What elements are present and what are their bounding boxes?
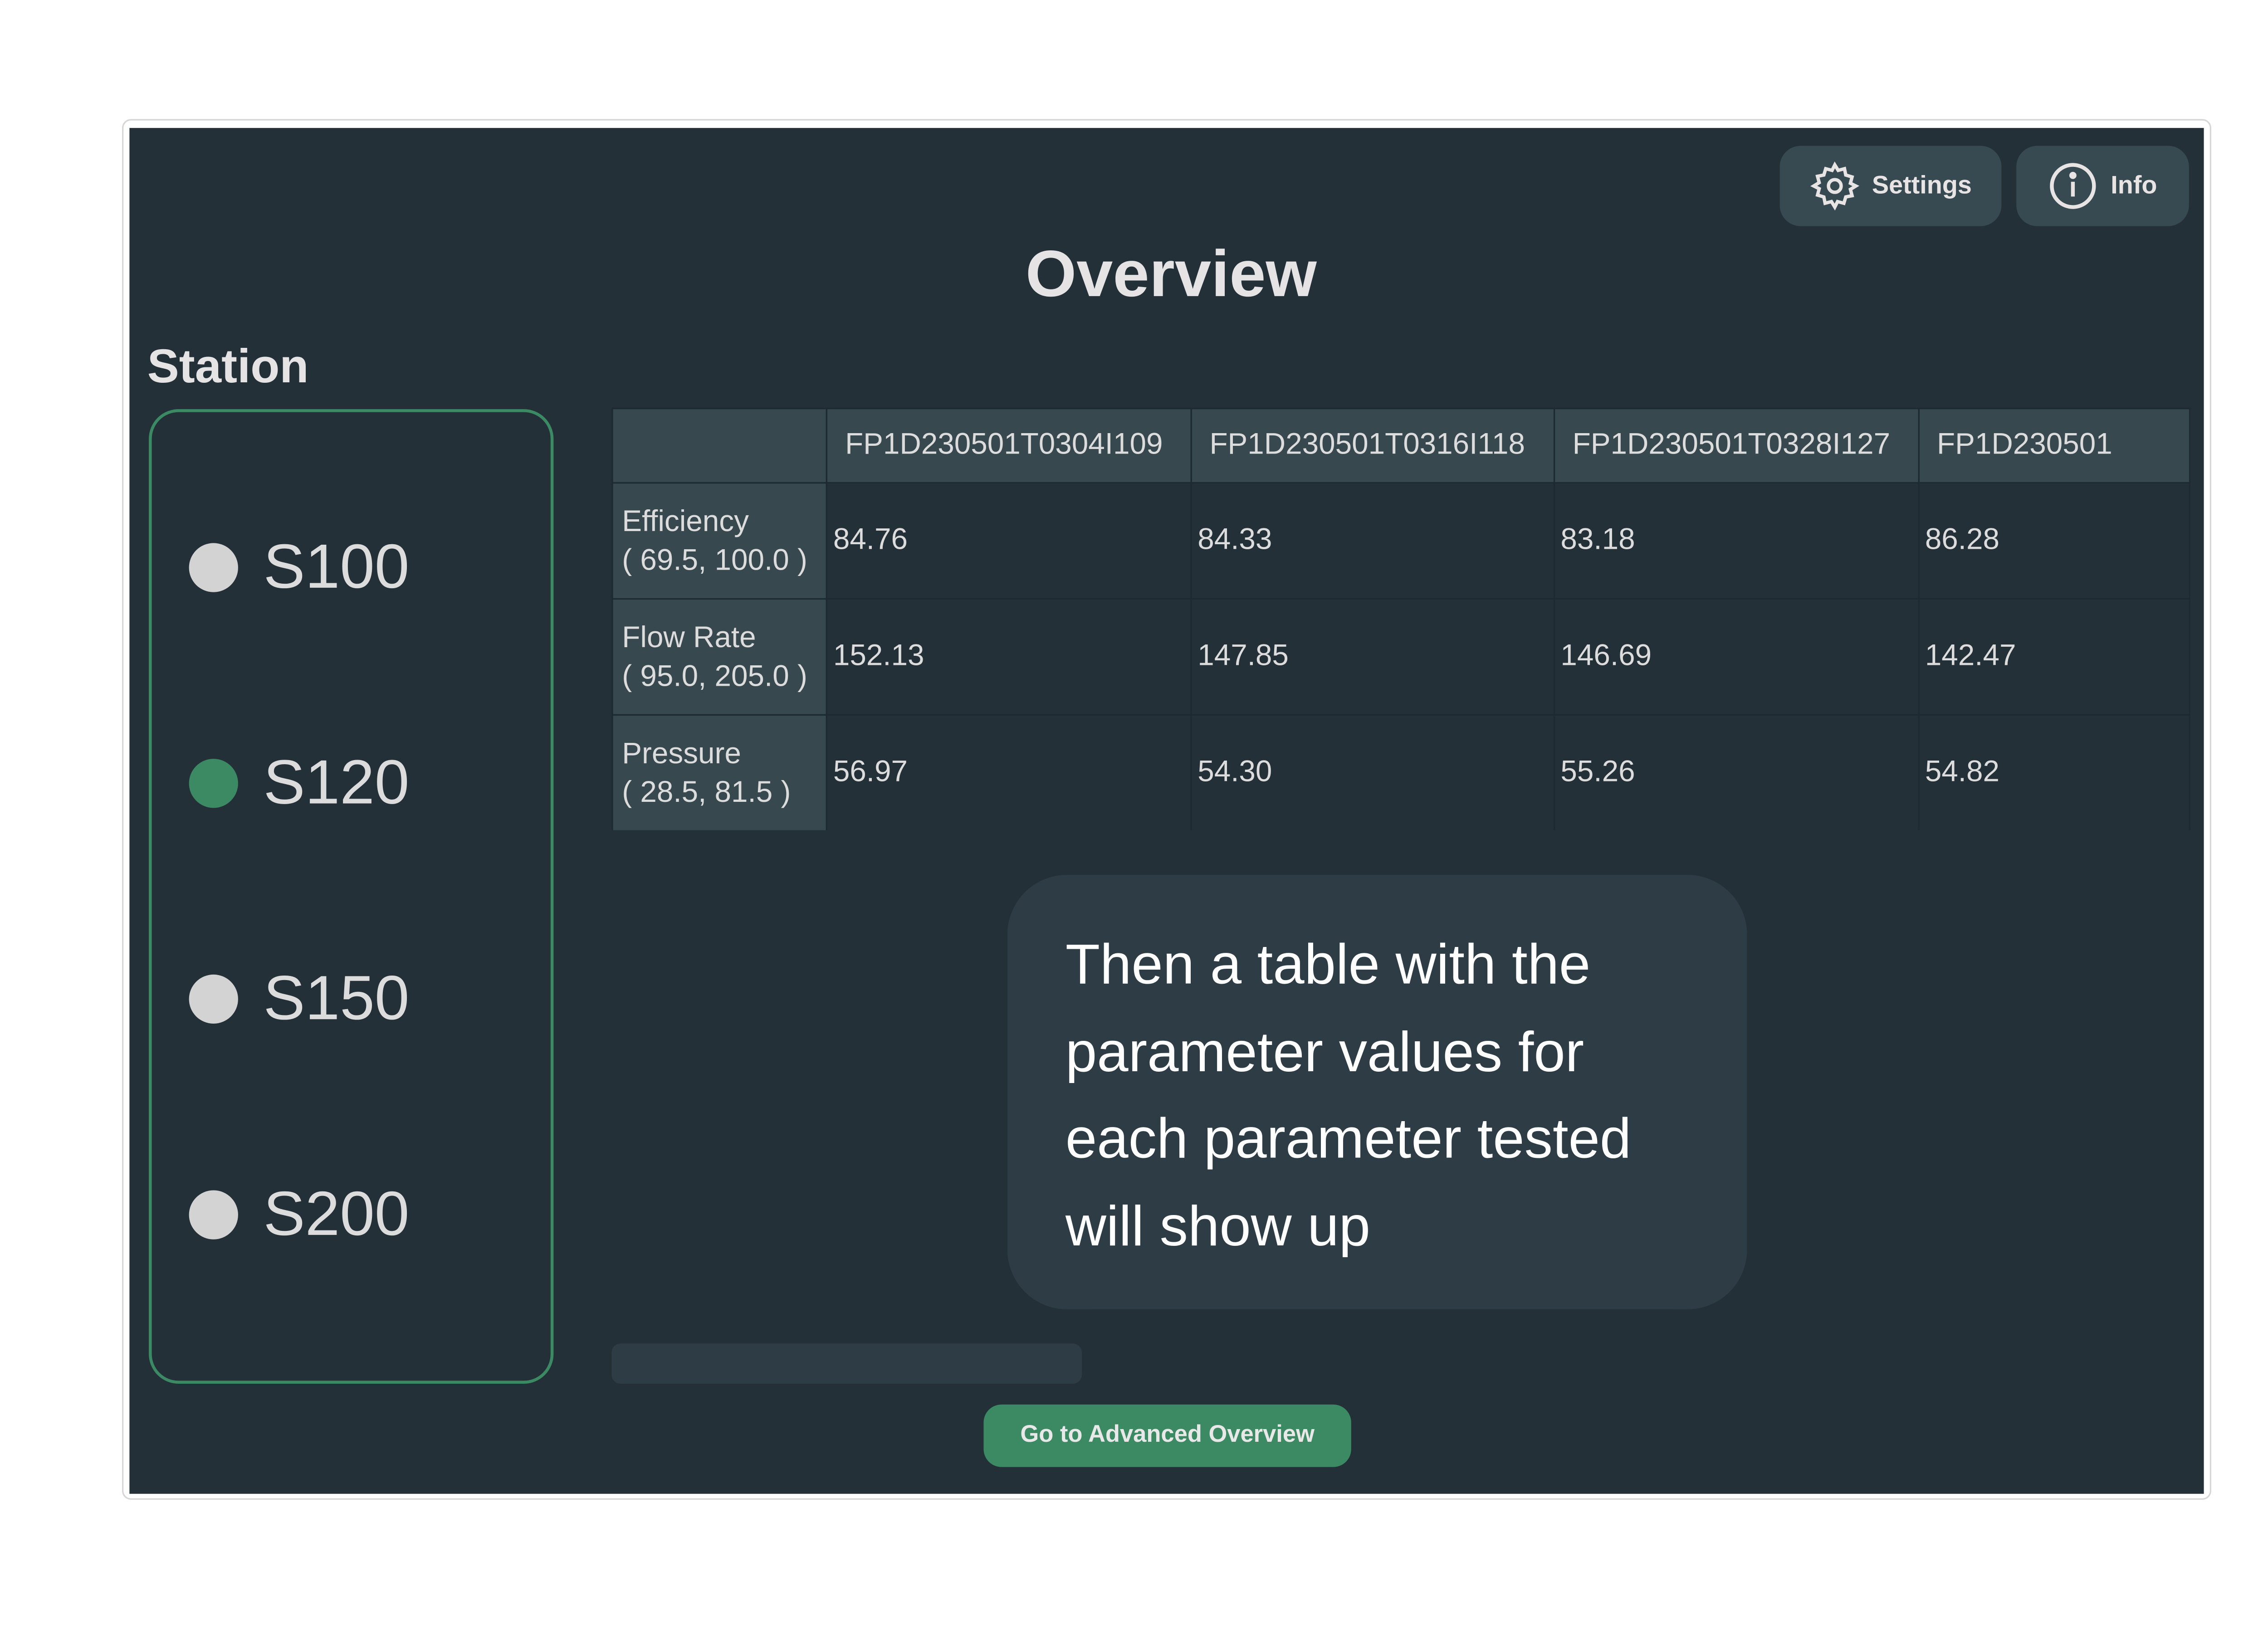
status-dot: [189, 974, 238, 1023]
advanced-overview-button[interactable]: Go to Advanced Overview: [983, 1404, 1351, 1467]
table-cell: 54.82: [1917, 714, 2191, 830]
horizontal-scrollbar[interactable]: [611, 1343, 1082, 1384]
table-row: Pressure ( 28.5, 81.5 ) 56.97 54.30 55.26…: [611, 714, 2191, 830]
table-cell: 142.47: [1917, 598, 2191, 716]
status-dot: [189, 758, 238, 807]
table-cell: 55.26: [1553, 714, 1919, 830]
tooltip-bubble: Then a table with the parameter values f…: [1007, 874, 1747, 1309]
station-label: S200: [263, 1178, 410, 1249]
column-header[interactable]: FP1D230501T0316I118: [1190, 407, 1555, 484]
status-dot: [189, 542, 238, 592]
parameter-name: Flow Rate: [622, 621, 756, 654]
parameter-name: Efficiency: [622, 505, 749, 538]
parameter-range: ( 95.0, 205.0 ): [622, 659, 807, 693]
parameter-range: ( 69.5, 100.0 ): [622, 544, 807, 577]
page-title: Overview: [1025, 238, 1317, 311]
info-label: Info: [2111, 171, 2157, 200]
tooltip-text: Then a table with the parameter values f…: [1065, 934, 1632, 1258]
status-dot: [189, 1189, 238, 1239]
column-header[interactable]: FP1D230501: [1917, 407, 2191, 484]
station-item-s120[interactable]: S120: [189, 747, 410, 818]
row-header: Pressure ( 28.5, 81.5 ): [611, 714, 827, 830]
info-icon: [2050, 163, 2097, 209]
info-button[interactable]: Info: [2016, 146, 2189, 226]
station-item-s100[interactable]: S100: [189, 531, 410, 602]
parameter-name: Pressure: [622, 737, 741, 770]
table-row: Efficiency ( 69.5, 100.0 ) 84.76 84.33 83…: [611, 482, 2191, 600]
row-header: Efficiency ( 69.5, 100.0 ): [611, 482, 827, 600]
table-cell: 54.30: [1190, 714, 1555, 830]
table-cell: 152.13: [826, 598, 1192, 716]
table-cell: 146.69: [1553, 598, 1919, 716]
station-item-s200[interactable]: S200: [189, 1178, 410, 1249]
table-cell: 147.85: [1190, 598, 1555, 716]
station-label: S150: [263, 962, 410, 1033]
corner-cell: [611, 407, 827, 484]
table-header-row: FP1D230501T0304I109 FP1D230501T0316I118 …: [611, 407, 2191, 484]
station-heading: Station: [147, 339, 309, 393]
settings-label: Settings: [1872, 171, 1972, 200]
station-label: S120: [263, 747, 410, 817]
parameter-range: ( 28.5, 81.5 ): [622, 776, 791, 809]
table-cell: 86.28: [1917, 482, 2191, 600]
table-cell: 83.18: [1553, 482, 1919, 600]
table-row: Flow Rate ( 95.0, 205.0 ) 152.13 147.85 1…: [611, 598, 2191, 716]
settings-button[interactable]: Settings: [1779, 146, 2002, 226]
stage: Settings Info Overview Station S100 S120…: [0, 0, 2268, 1625]
station-label: S100: [263, 531, 410, 601]
table-cell: 84.76: [826, 482, 1192, 600]
gear-icon: [1810, 161, 1859, 211]
parameter-table: FP1D230501T0304I109 FP1D230501T0316I118 …: [611, 407, 2191, 830]
column-header[interactable]: FP1D230501T0304I109: [826, 407, 1192, 484]
column-header[interactable]: FP1D230501T0328I127: [1553, 407, 1919, 484]
parameter-table-container: FP1D230501T0304I109 FP1D230501T0316I118 …: [611, 407, 2191, 830]
station-item-s150[interactable]: S150: [189, 962, 410, 1034]
row-header: Flow Rate ( 95.0, 205.0 ): [611, 598, 827, 716]
table-cell: 56.97: [826, 714, 1192, 830]
table-cell: 84.33: [1190, 482, 1555, 600]
